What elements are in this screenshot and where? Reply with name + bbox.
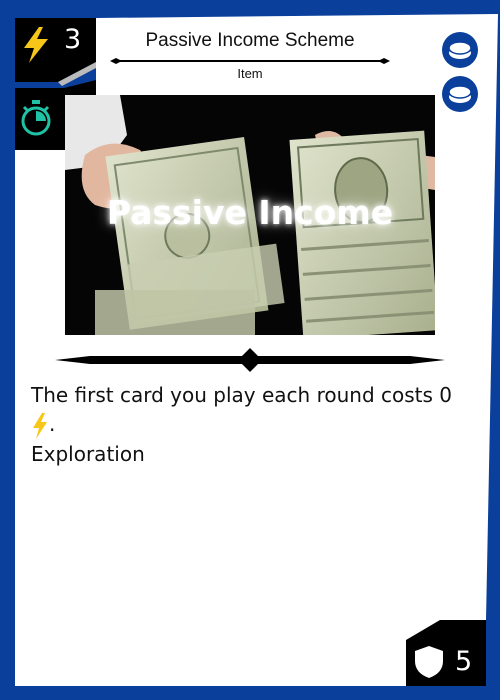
lightning-bolt-icon [33, 412, 47, 439]
card-rules-text: The first card you play each round costs… [31, 381, 481, 469]
game-card[interactable]: 3 0 Passive Income Scheme Item [0, 0, 500, 700]
card-keyword: Exploration [31, 441, 145, 466]
art-caption: Passive Income [106, 193, 394, 232]
card-title: Passive Income Scheme [145, 30, 355, 51]
rules-text-suffix: . [49, 412, 56, 436]
rules-text-prefix: The first card you play each round costs… [31, 383, 452, 407]
card-art: Passive Income [65, 95, 435, 335]
stopwatch-icon [21, 100, 51, 136]
lightning-bolt-icon [24, 27, 48, 63]
shield-icon [415, 646, 443, 678]
energy-cost-value: 3 [64, 24, 82, 55]
card-type-line: Item [237, 66, 263, 81]
defense-value: 5 [455, 646, 473, 677]
coin-icon [442, 76, 478, 112]
coin-icon [442, 32, 478, 68]
